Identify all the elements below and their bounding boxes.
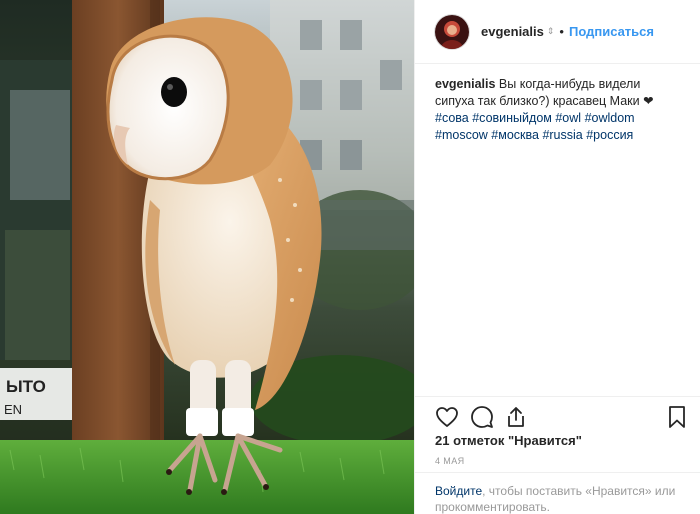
like-button[interactable] — [435, 405, 459, 429]
post-author-username[interactable]: evgenialis — [481, 24, 544, 39]
comment-icon — [471, 406, 493, 428]
photo-sign-line2: EN — [4, 402, 22, 417]
share-icon — [508, 407, 524, 427]
post-photo[interactable]: ЫТО EN — [0, 0, 414, 514]
hashtag-link[interactable]: #owldom — [585, 111, 635, 125]
heart-icon — [436, 407, 458, 427]
bookmark-icon — [669, 406, 685, 428]
avatar[interactable] — [435, 14, 469, 49]
header-separator: • — [559, 24, 564, 39]
post-actions-bar — [415, 396, 700, 436]
hashtag-link[interactable]: #russia — [542, 128, 582, 142]
account-switch-icon: ⇕ — [546, 26, 555, 36]
post-caption: evgenialis Вы когда-нибудь видели сипуха… — [435, 76, 683, 144]
post-header: evgenialis ⇕ • Подписаться — [415, 0, 700, 64]
photo-sign-line1: ЫТО — [6, 377, 46, 396]
hashtag-link[interactable]: #совиныйдом — [472, 111, 552, 125]
post-date[interactable]: 4 МАЯ — [435, 456, 465, 466]
hashtag-link[interactable]: #owl — [555, 111, 581, 125]
comment-button[interactable] — [470, 405, 494, 429]
hashtag-link[interactable]: #сова — [435, 111, 469, 125]
post-details-panel: evgenialis ⇕ • Подписаться evgenialis Вы… — [414, 0, 700, 514]
save-button[interactable] — [665, 405, 689, 429]
login-link[interactable]: Войдите — [435, 484, 482, 498]
hashtag-link[interactable]: #moscow — [435, 128, 488, 142]
follow-button[interactable]: Подписаться — [569, 24, 654, 39]
caption-username[interactable]: evgenialis — [435, 77, 495, 91]
hashtag-link[interactable]: #москва — [491, 128, 539, 142]
owl-photo: ЫТО EN — [0, 0, 414, 514]
share-button[interactable] — [504, 405, 528, 429]
likes-count[interactable]: 21 отметок "Нравится" — [435, 433, 582, 448]
login-prompt: Войдите, чтобы поставить «Нравится» или … — [415, 472, 700, 514]
heart-emoji: ❤ — [643, 94, 654, 108]
hashtag-link[interactable]: #россия — [586, 128, 633, 142]
